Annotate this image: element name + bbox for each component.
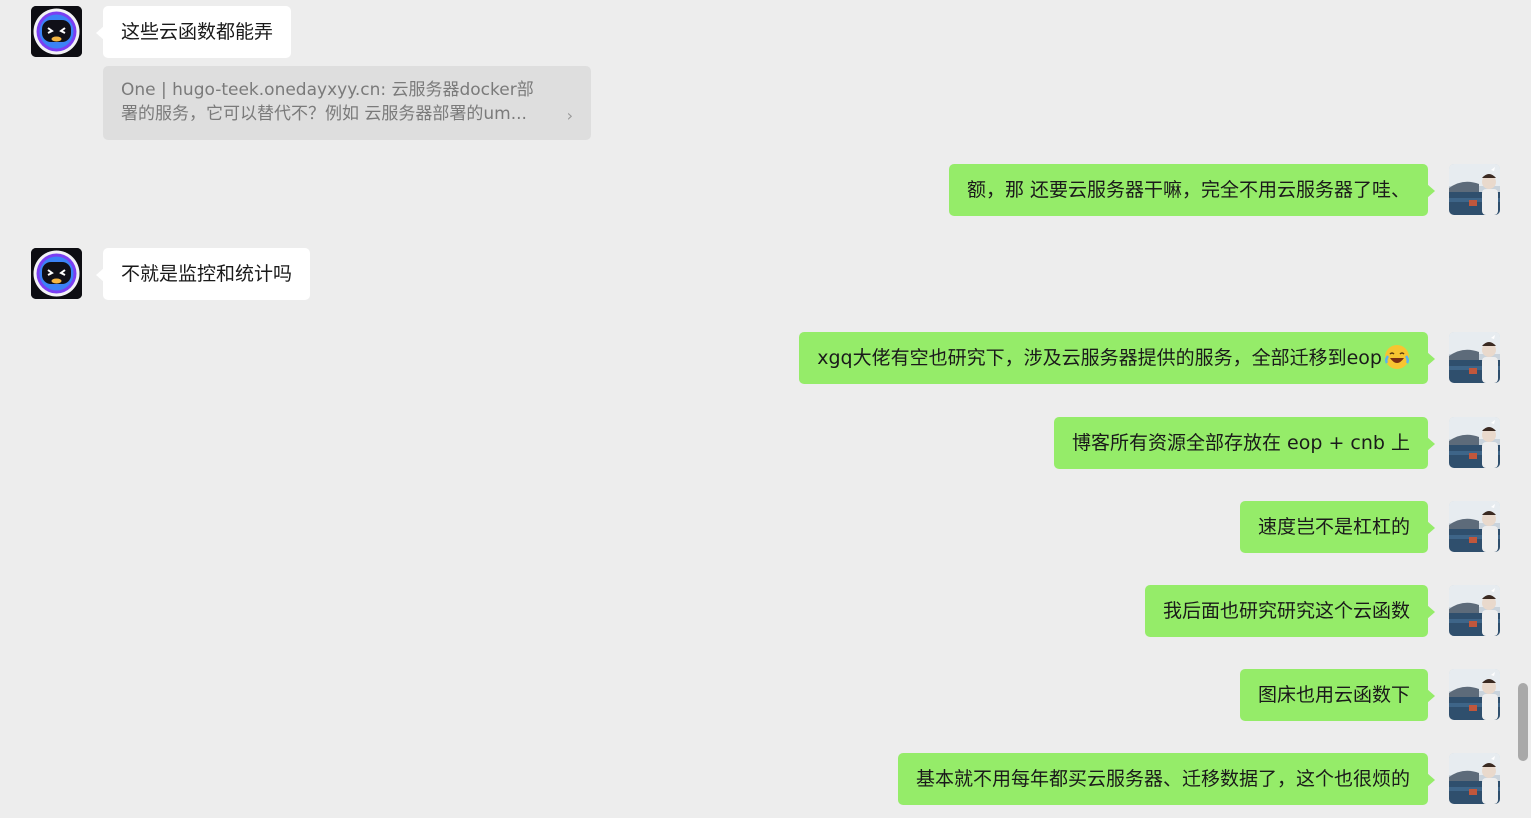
message-bubble-m8[interactable]: 图床也用云函数下	[1239, 669, 1436, 721]
message-bubble-m3[interactable]: 不就是监控和统计吗	[95, 248, 311, 300]
profile-photo-icon	[1449, 585, 1500, 636]
message-text: 博客所有资源全部存放在 eop + cnb 上	[1071, 432, 1410, 454]
quote-line-2: 署的服务，它可以替代不？例如 云服务器部署的um...	[121, 104, 527, 124]
laugh-cry-emoji-icon	[1384, 345, 1410, 369]
message-text: 图床也用云函数下	[1257, 684, 1410, 706]
user-avatar[interactable]	[1449, 417, 1500, 468]
quote-line-1: One | hugo-teek.onedayxyy.cn: 云服务器docker…	[121, 80, 534, 100]
profile-photo-icon	[1449, 501, 1500, 552]
message-bubble-m7[interactable]: 我后面也研究研究这个云函数	[1144, 585, 1436, 637]
user-avatar[interactable]	[1449, 332, 1500, 383]
message-text: 速度岂不是杠杠的	[1257, 516, 1410, 538]
message-bubble-m2[interactable]: 额，那 还要云服务器干嘛，完全不用云服务器了哇、	[948, 164, 1436, 216]
chat-window: 这些云函数都能弄 One | hugo-teek.onedayxyy.cn: 云…	[0, 0, 1531, 818]
profile-photo-icon	[1449, 753, 1500, 804]
user-avatar[interactable]	[1449, 585, 1500, 636]
user-avatar[interactable]	[1449, 164, 1500, 215]
message-text: 这些云函数都能弄	[121, 21, 274, 43]
message-bubble-m5[interactable]: 博客所有资源全部存放在 eop + cnb 上	[1053, 417, 1436, 469]
message-text: 额，那 还要云服务器干嘛，完全不用云服务器了哇、	[966, 179, 1410, 201]
profile-photo-icon	[1449, 164, 1500, 215]
user-avatar[interactable]	[1449, 501, 1500, 552]
message-bubble-m9[interactable]: 基本就不用每年都买云服务器、迁移数据了，这个也很烦的	[897, 753, 1436, 805]
bot-avatar[interactable]	[31, 248, 82, 299]
message-text: 基本就不用每年都买云服务器、迁移数据了，这个也很烦的	[915, 768, 1410, 790]
message-bubble-m1[interactable]: 这些云函数都能弄	[95, 6, 292, 58]
message-text: xgq大佬有空也研究下，涉及云服务器提供的服务，全部迁移到eop	[817, 347, 1382, 369]
robot-avatar-icon	[31, 6, 82, 57]
message-bubble-m6[interactable]: 速度岂不是杠杠的	[1239, 501, 1436, 553]
profile-photo-icon	[1449, 417, 1500, 468]
quoted-message[interactable]: One | hugo-teek.onedayxyy.cn: 云服务器docker…	[103, 66, 591, 140]
user-avatar[interactable]	[1449, 669, 1500, 720]
chevron-right-icon[interactable]: ›	[567, 104, 573, 128]
message-text: 我后面也研究研究这个云函数	[1162, 600, 1410, 622]
bot-avatar[interactable]	[31, 6, 82, 57]
robot-avatar-icon	[31, 248, 82, 299]
profile-photo-icon	[1449, 332, 1500, 383]
message-text: 不就是监控和统计吗	[121, 263, 293, 285]
message-bubble-m4[interactable]: xgq大佬有空也研究下，涉及云服务器提供的服务，全部迁移到eop	[799, 332, 1435, 384]
profile-photo-icon	[1449, 669, 1500, 720]
user-avatar[interactable]	[1449, 753, 1500, 804]
scrollbar-thumb[interactable]	[1518, 683, 1528, 761]
